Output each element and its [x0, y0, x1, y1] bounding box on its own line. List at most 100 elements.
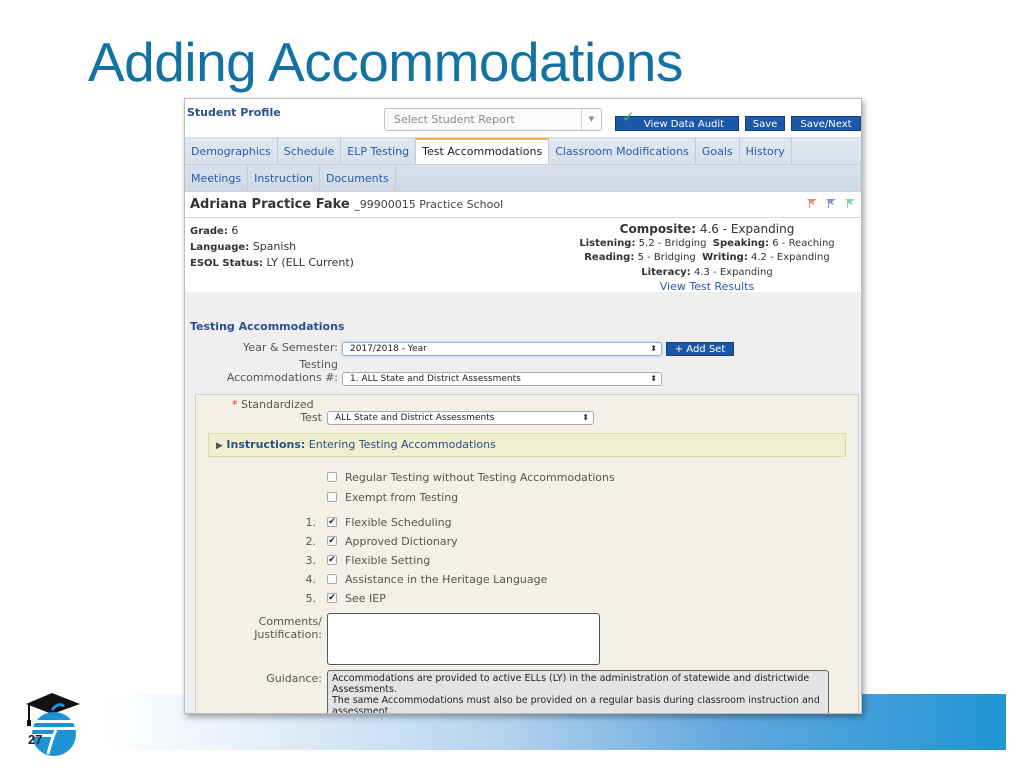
option-label: Exempt from Testing: [345, 491, 459, 504]
student-name-line: Adriana Practice Fake _99900015 Practice…: [190, 197, 503, 212]
student-header: Adriana Practice Fake _99900015 Practice…: [185, 192, 861, 218]
testing-accommodations-label-2: Accommodations #:: [226, 371, 338, 384]
checkmark-icon: ✓: [622, 108, 635, 126]
standardized-test-label-2: Test: [300, 411, 322, 424]
testing-accommodations-select[interactable]: 1. ALL State and District Assessments ⬍: [342, 372, 662, 386]
tab-demographics[interactable]: Demographics: [185, 138, 278, 164]
instructions-bold: Instructions:: [226, 438, 306, 451]
writing-value: 4.2 - Expanding: [751, 252, 830, 263]
add-set-button[interactable]: + Add Set: [666, 342, 734, 356]
option-number: 1.: [305, 516, 317, 529]
select-student-report-dropdown[interactable]: Select Student Report ▼: [384, 108, 602, 131]
page-number: 27: [28, 732, 43, 747]
comments-label-1: Comments/: [258, 615, 322, 628]
view-test-results-link[interactable]: View Test Results: [660, 280, 754, 293]
composite-value: 4.6 - Expanding: [699, 222, 795, 236]
option-checkbox[interactable]: [327, 574, 337, 584]
literacy-label: Literacy:: [641, 266, 691, 278]
required-marker: *: [232, 398, 238, 411]
listening-value: 5.2 - Bridging: [638, 237, 707, 249]
flags: [807, 198, 855, 208]
standardized-test-value: ALL State and District Assessments: [335, 413, 495, 423]
reading-label: Reading:: [584, 252, 635, 263]
comments-label-2: Justification:: [254, 628, 322, 641]
tab-classroom-modifications[interactable]: Classroom Modifications: [549, 138, 696, 164]
testing-accommodations-title: Testing Accommodations: [190, 320, 345, 333]
student-details: Grade: 6 Language: Spanish ESOL Status: …: [190, 223, 354, 271]
view-data-audit-label: View Data Audit: [643, 119, 725, 130]
composite-label: Composite:: [619, 222, 696, 236]
tab-elp-testing[interactable]: ELP Testing: [341, 138, 417, 164]
speaking-label: Speaking:: [712, 237, 770, 249]
guidance-textarea[interactable]: Accommodations are provided to active EL…: [327, 670, 829, 714]
tab-row-1: Demographics Schedule ELP Testing Test Acco…: [185, 138, 861, 165]
tab-documents[interactable]: Documents: [320, 165, 396, 191]
tab-goals[interactable]: Goals: [696, 138, 740, 164]
select-arrows-icon: ⬍: [582, 413, 589, 422]
grade-value: 6: [231, 224, 239, 237]
speaking-value: 6 - Reaching: [772, 237, 835, 249]
red-flag-icon[interactable]: [807, 198, 817, 208]
app-title: Student Profile: [187, 106, 281, 119]
student-id-school: _99900015 Practice School: [354, 198, 504, 211]
report-select-placeholder: Select Student Report: [394, 113, 515, 126]
view-data-audit-button[interactable]: ✓ View Data Audit: [615, 110, 739, 131]
student-name: Adriana Practice Fake: [190, 197, 350, 212]
slide-title: Adding Accommodations: [88, 31, 683, 93]
option-number: 2.: [305, 535, 317, 548]
tab-history[interactable]: History: [740, 138, 792, 164]
option-checkbox[interactable]: [327, 492, 337, 502]
option-number: 5.: [305, 592, 317, 605]
dropdown-arrow-icon: ▼: [581, 109, 601, 130]
option-number: 3.: [305, 554, 317, 567]
option-checkbox[interactable]: ✔: [327, 555, 337, 565]
guidance-line: The same Accommodations must also be pro…: [332, 695, 820, 714]
year-semester-label: Year & Semester:: [243, 341, 338, 354]
writing-label: Writing:: [702, 252, 748, 263]
option-label: Assistance in the Heritage Language: [345, 573, 548, 586]
select-arrows-icon: ⬍: [650, 344, 657, 353]
standardized-label: Standardized: [241, 398, 314, 411]
year-semester-select[interactable]: 2017/2018 - Year ⬍: [342, 342, 662, 356]
save-button[interactable]: Save: [745, 116, 785, 131]
accommodations-panel: * Standardized Test ALL State and Distri…: [195, 394, 859, 714]
comments-textarea[interactable]: [327, 613, 600, 665]
option-label: Regular Testing without Testing Accommod…: [345, 471, 615, 484]
tab-meetings[interactable]: Meetings: [185, 165, 249, 191]
esol-value: LY (ELL Current): [266, 256, 354, 269]
option-checkbox[interactable]: ✔: [327, 536, 337, 546]
tab-test-accommodations[interactable]: Test Accommodations: [416, 138, 550, 164]
school-district-logo-icon: [26, 693, 80, 756]
guidance-label: Guidance:: [266, 672, 322, 685]
option-label: See IEP: [345, 592, 386, 605]
save-next-button[interactable]: Save/Next: [791, 116, 861, 131]
test-scores: Composite: 4.6 - Expanding Listening: 5.…: [557, 222, 857, 296]
student-profile-window: Student Profile Select Student Report ▼ …: [184, 98, 862, 714]
student-info: Grade: 6 Language: Spanish ESOL Status: …: [185, 218, 861, 293]
option-label: Flexible Scheduling: [345, 516, 452, 529]
green-flag-icon[interactable]: [845, 198, 855, 208]
option-label: Flexible Setting: [345, 554, 431, 567]
instructions-expander[interactable]: ▶ Instructions: Entering Testing Accommo…: [208, 433, 846, 457]
esol-label: ESOL Status:: [190, 258, 263, 269]
tab-bar: Demographics Schedule ELP Testing Test Acco…: [185, 137, 861, 192]
language-value: Spanish: [252, 240, 297, 253]
option-checkbox[interactable]: [327, 472, 337, 482]
option-label: Approved Dictionary: [345, 535, 458, 548]
option-checkbox[interactable]: ✔: [327, 593, 337, 603]
tab-schedule[interactable]: Schedule: [278, 138, 342, 164]
language-label: Language:: [190, 242, 250, 253]
expand-triangle-icon: ▶: [216, 441, 223, 451]
standardized-test-label-1: * Standardized: [232, 398, 322, 411]
tab-instruction[interactable]: Instruction: [248, 165, 320, 191]
guidance-line: Accommodations are provided to active EL…: [332, 673, 810, 695]
literacy-value: 4.3 - Expanding: [693, 266, 773, 278]
option-number: 4.: [305, 573, 317, 586]
testing-accommodations-value: 1. ALL State and District Assessments: [350, 374, 521, 384]
top-bar: Student Profile Select Student Report ▼ …: [185, 99, 861, 137]
select-arrows-icon: ⬍: [650, 374, 657, 383]
blue-flag-icon[interactable]: [826, 198, 836, 208]
option-checkbox[interactable]: ✔: [327, 517, 337, 527]
standardized-test-select[interactable]: ALL State and District Assessments ⬍: [327, 411, 594, 425]
grade-label: Grade:: [190, 226, 228, 237]
